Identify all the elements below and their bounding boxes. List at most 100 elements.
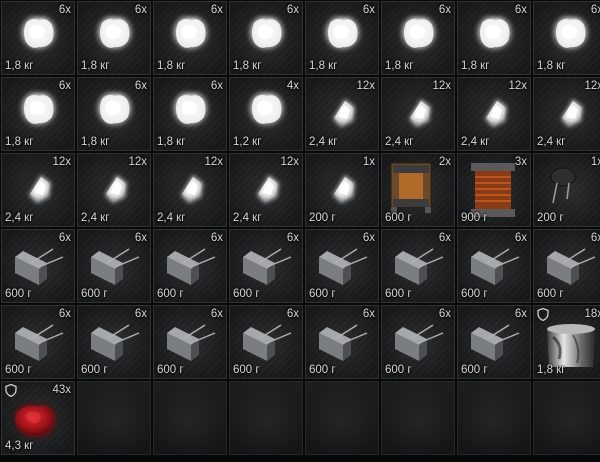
item-weight: 1,8 кг (157, 136, 186, 148)
inventory-slot[interactable]: 12x 2,4 кг (77, 153, 151, 227)
empty-inventory-slot[interactable] (77, 381, 151, 455)
inventory-slot[interactable]: 6x 1,8 кг (77, 1, 151, 75)
inventory-slot[interactable]: 43x 4,3 кг (1, 381, 75, 455)
empty-inventory-slot[interactable] (153, 381, 227, 455)
inventory-slot[interactable]: 6x 600 г (381, 305, 455, 379)
inventory-slot[interactable]: 6x 600 г (229, 229, 303, 303)
inventory-slot[interactable]: 6x 600 г (457, 305, 531, 379)
inventory-slot[interactable]: 12x 2,4 кг (229, 153, 303, 227)
item-weight: 1,8 кг (157, 60, 186, 72)
item-weight: 1,8 кг (537, 364, 566, 376)
stack-count: 3x (514, 156, 527, 168)
item-weight: 1,8 кг (309, 60, 338, 72)
item-weight: 600 г (81, 288, 108, 300)
stack-count: 6x (362, 4, 375, 16)
item-weight: 2,4 кг (537, 136, 566, 148)
empty-inventory-slot[interactable] (229, 381, 303, 455)
stack-count: 6x (286, 232, 299, 244)
item-weight: 600 г (537, 288, 564, 300)
empty-inventory-slot[interactable] (381, 381, 455, 455)
stack-count: 12x (204, 156, 223, 168)
stack-count: 6x (514, 308, 527, 320)
inventory-slot[interactable]: 6x 1,8 кг (1, 1, 75, 75)
inventory-slot[interactable]: 6x 600 г (305, 229, 379, 303)
item-weight: 1,8 кг (385, 60, 414, 72)
stack-count: 12x (432, 80, 451, 92)
inventory-slot[interactable]: 6x 600 г (381, 229, 455, 303)
inventory-slot[interactable]: 6x 600 г (229, 305, 303, 379)
stack-count: 12x (280, 156, 299, 168)
inventory-slot[interactable]: 12x 2,4 кг (153, 153, 227, 227)
inventory-slot[interactable]: 6x 600 г (77, 229, 151, 303)
inventory-slot[interactable]: 6x 1,8 кг (457, 1, 531, 75)
stack-count: 6x (438, 232, 451, 244)
item-weight: 600 г (385, 288, 412, 300)
stack-count: 6x (362, 308, 375, 320)
inventory-slot[interactable]: 12x 2,4 кг (457, 77, 531, 151)
item-weight: 900 г (461, 212, 488, 224)
stack-count: 6x (438, 308, 451, 320)
inventory-slot[interactable]: 3x 900 г (457, 153, 531, 227)
inventory-slot[interactable]: 1x 200 г (533, 153, 600, 227)
stack-count: 6x (58, 80, 71, 92)
item-weight: 600 г (385, 212, 412, 224)
inventory-slot[interactable]: 6x 600 г (1, 229, 75, 303)
stack-count: 6x (438, 4, 451, 16)
empty-inventory-slot[interactable] (457, 381, 531, 455)
inventory-slot[interactable]: 6x 600 г (1, 305, 75, 379)
inventory-slot[interactable]: 6x 1,8 кг (381, 1, 455, 75)
inventory-slot[interactable]: 2x 600 г (381, 153, 455, 227)
item-weight: 600 г (233, 288, 260, 300)
item-weight: 2,4 кг (5, 212, 34, 224)
inventory-slot[interactable]: 6x 1,8 кг (153, 1, 227, 75)
empty-inventory-slot[interactable] (305, 381, 379, 455)
inventory-slot[interactable]: 6x 600 г (533, 229, 600, 303)
item-weight: 2,4 кг (309, 136, 338, 148)
inventory-slot[interactable]: 6x 1,8 кг (533, 1, 600, 75)
item-weight: 2,4 кг (461, 136, 490, 148)
inventory-slot[interactable]: 12x 2,4 кг (381, 77, 455, 151)
inventory-slot[interactable]: 6x 1,8 кг (229, 1, 303, 75)
stack-count: 6x (286, 4, 299, 16)
inventory-slot[interactable]: 12x 2,4 кг (1, 153, 75, 227)
inventory-slot[interactable]: 18x 1,8 кг (533, 305, 600, 379)
stack-count: 4x (286, 80, 299, 92)
item-weight: 600 г (461, 364, 488, 376)
stack-count: 1x (590, 156, 600, 168)
stack-count: 6x (514, 4, 527, 16)
item-weight: 2,4 кг (81, 212, 110, 224)
inventory-slot[interactable]: 12x 2,4 кг (533, 77, 600, 151)
inventory-slot[interactable]: 6x 1,8 кг (77, 77, 151, 151)
inventory-slot[interactable]: 6x 600 г (305, 305, 379, 379)
inventory-slot[interactable]: 6x 1,8 кг (153, 77, 227, 151)
item-weight: 1,2 кг (233, 136, 262, 148)
item-weight: 200 г (537, 212, 564, 224)
stack-count: 12x (584, 80, 600, 92)
inventory-slot[interactable]: 6x 600 г (153, 229, 227, 303)
stack-count: 12x (356, 80, 375, 92)
stack-count: 12x (508, 80, 527, 92)
item-weight: 600 г (309, 288, 336, 300)
inventory-slot[interactable]: 6x 1,8 кг (305, 1, 379, 75)
shield-icon (5, 384, 17, 397)
stack-count: 6x (58, 308, 71, 320)
empty-inventory-slot[interactable] (533, 381, 600, 455)
stack-count: 6x (362, 232, 375, 244)
item-weight: 600 г (81, 364, 108, 376)
stack-count: 6x (210, 308, 223, 320)
item-weight: 1,8 кг (81, 136, 110, 148)
inventory-slot[interactable]: 6x 600 г (457, 229, 531, 303)
inventory-slot[interactable]: 6x 600 г (77, 305, 151, 379)
item-weight: 600 г (5, 364, 32, 376)
stack-count: 6x (514, 232, 527, 244)
item-weight: 1,8 кг (5, 60, 34, 72)
inventory-slot[interactable]: 1x 200 г (305, 153, 379, 227)
inventory-slot[interactable]: 4x 1,2 кг (229, 77, 303, 151)
item-weight: 600 г (385, 364, 412, 376)
stack-count: 6x (58, 232, 71, 244)
inventory-slot[interactable]: 12x 2,4 кг (305, 77, 379, 151)
inventory-slot[interactable]: 6x 600 г (153, 305, 227, 379)
inventory-slot[interactable]: 6x 1,8 кг (1, 77, 75, 151)
item-weight: 600 г (5, 288, 32, 300)
item-weight: 1,8 кг (81, 60, 110, 72)
